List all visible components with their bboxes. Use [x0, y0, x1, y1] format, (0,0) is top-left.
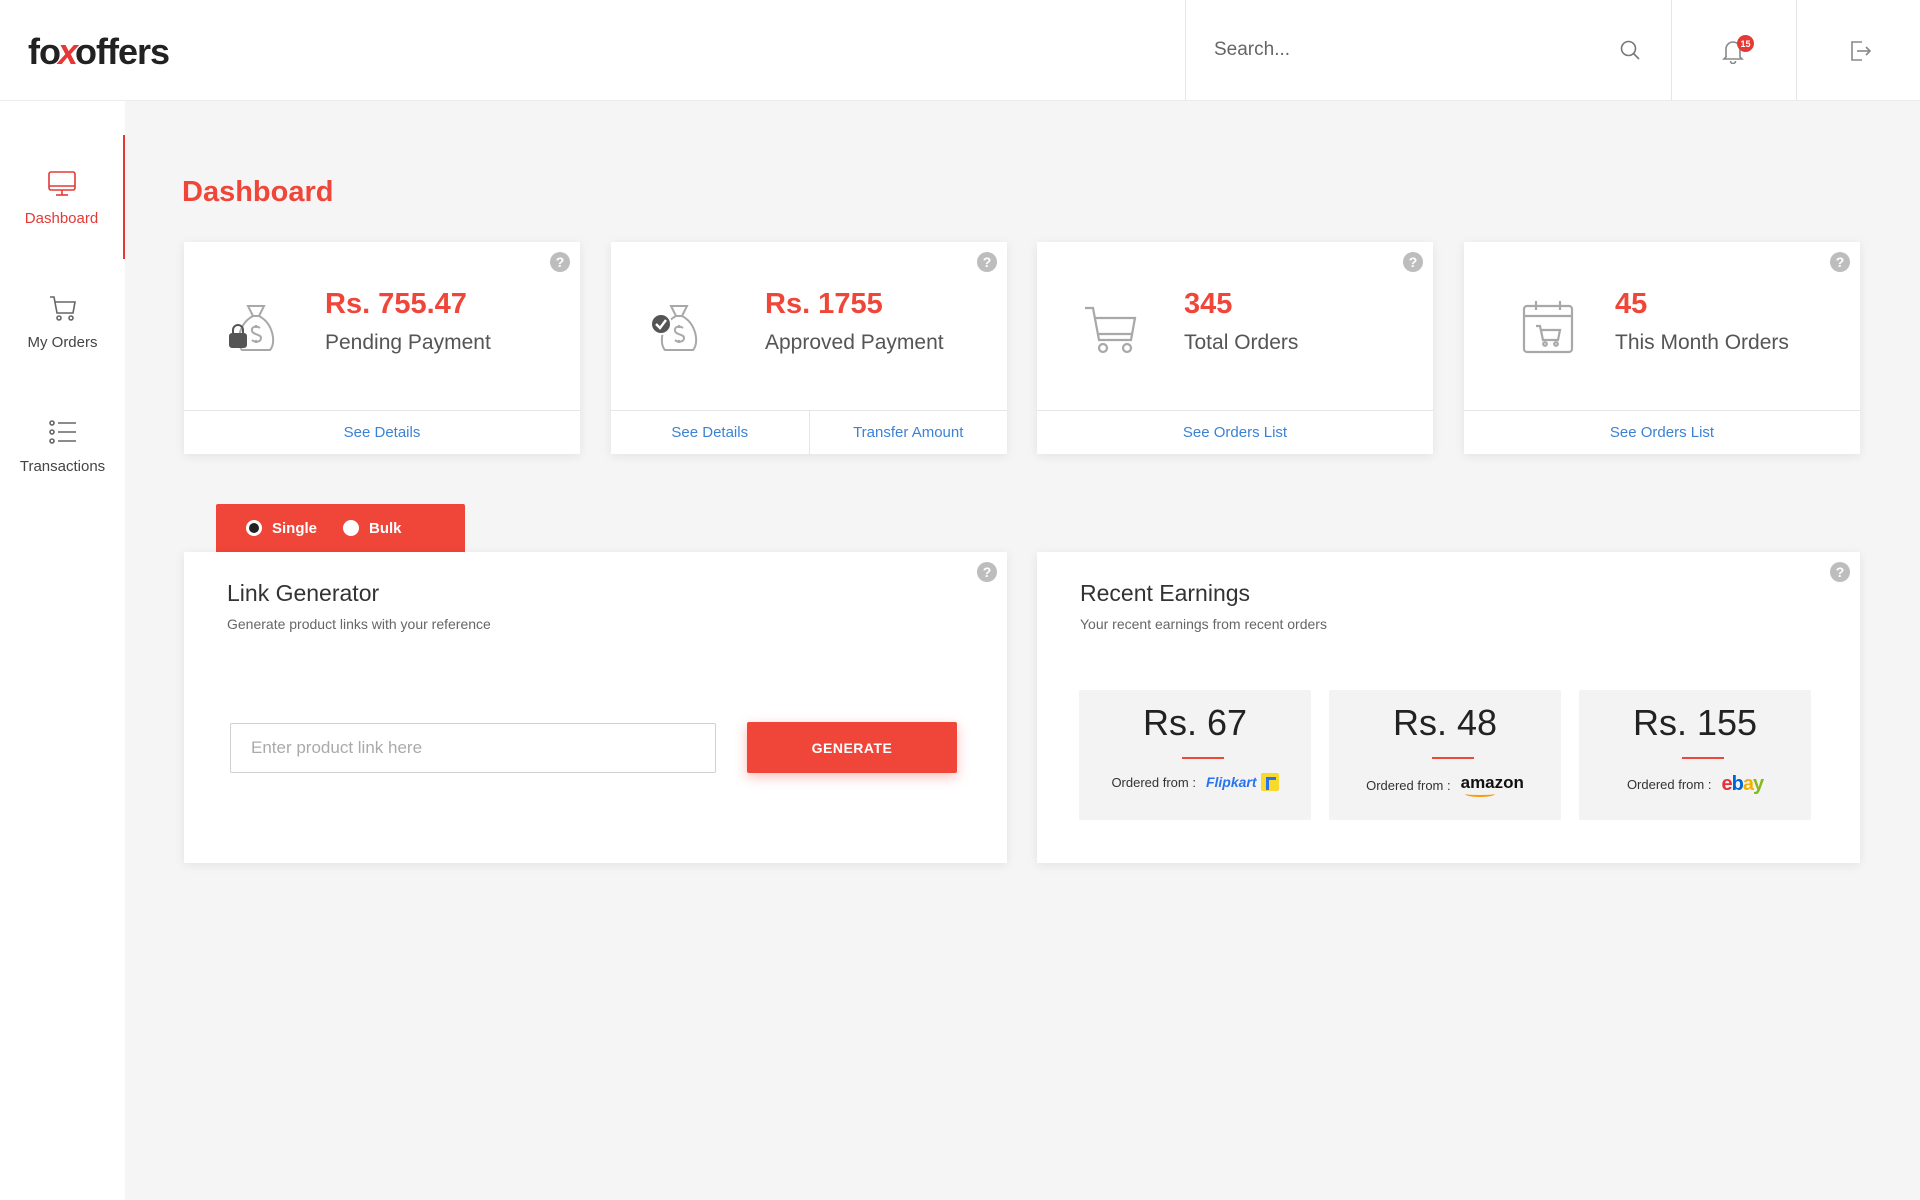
- radio-checked-icon: [246, 520, 262, 536]
- help-icon[interactable]: ?: [1830, 562, 1850, 582]
- earning-item: Rs. 67 Ordered from : Flipkart: [1079, 690, 1311, 820]
- earning-amount: Rs. 48: [1392, 702, 1498, 743]
- help-icon[interactable]: ?: [550, 252, 570, 272]
- stat-value: Rs. 755.47: [325, 288, 467, 320]
- foxoffers-logo[interactable]: fo x offers: [28, 30, 170, 74]
- ordered-from: Ordered from : ebay: [1579, 773, 1811, 796]
- link-generator-card: ? Link Generator Generate product links …: [184, 552, 1007, 863]
- see-orders-list-link[interactable]: See Orders List: [1464, 411, 1860, 454]
- sidebar-item-label: Transactions: [19, 457, 106, 475]
- stat-label: Total Orders: [1184, 331, 1299, 354]
- stat-label: Approved Payment: [765, 331, 944, 354]
- list-icon: [48, 419, 76, 444]
- stat-card-total-orders: ? 345 Total Orders See Orders List: [1037, 242, 1433, 454]
- stat-label: This Month Orders: [1615, 331, 1789, 354]
- recent-earnings-subtitle: Your recent earnings from recent orders: [1080, 616, 1327, 632]
- sidebar: Dashboard My Orders Transactions: [0, 101, 125, 1200]
- sidebar-item-label: Dashboard: [24, 209, 99, 227]
- cart-icon: [49, 295, 76, 321]
- divider: [1682, 757, 1724, 759]
- money-bag-check-icon: [650, 305, 698, 351]
- transfer-amount-link[interactable]: Transfer Amount: [808, 411, 1008, 454]
- search-icon[interactable]: [1618, 38, 1642, 62]
- logo-text-end: offers: [75, 31, 170, 72]
- link-mode-tabs: Single Bulk: [216, 504, 465, 552]
- ordered-from: Ordered from : Flipkart: [1079, 773, 1311, 791]
- help-icon[interactable]: ?: [1403, 252, 1423, 272]
- stat-value: 45: [1615, 288, 1648, 320]
- search-box: [1185, 0, 1671, 101]
- logout-icon[interactable]: [1847, 38, 1873, 64]
- radio-label: Bulk: [369, 519, 402, 537]
- cart-icon: [1085, 306, 1137, 354]
- stat-card-approved-payment: ? Rs. 1755 Approved Payment See Details …: [611, 242, 1007, 454]
- link-generator-subtitle: Generate product links with your referen…: [227, 616, 491, 632]
- sidebar-item-transactions[interactable]: Transactions: [0, 383, 125, 507]
- help-icon[interactable]: ?: [977, 562, 997, 582]
- stat-value: Rs. 1755: [765, 288, 883, 320]
- search-input[interactable]: [1214, 34, 1594, 66]
- calendar-cart-icon: [1522, 301, 1574, 354]
- mode-bulk-radio[interactable]: Bulk: [343, 520, 402, 537]
- stat-card-pending-payment: ? Rs. 755.47 Pending Payment See Details: [184, 242, 580, 454]
- ordered-from-label: Ordered from :: [1366, 777, 1451, 793]
- earning-item: Rs. 48 Ordered from : amazon: [1329, 690, 1561, 820]
- notification-badge: 15: [1737, 35, 1754, 52]
- radio-unchecked-icon: [343, 520, 360, 536]
- stat-footer: See Orders List: [1037, 410, 1433, 454]
- sidebar-item-my-orders[interactable]: My Orders: [0, 259, 125, 383]
- recent-earnings-title: Recent Earnings: [1080, 580, 1251, 606]
- ordered-from-label: Ordered from :: [1111, 774, 1196, 790]
- help-icon[interactable]: ?: [977, 252, 997, 272]
- money-bag-lock-icon: [229, 305, 275, 351]
- logout-area: [1796, 0, 1920, 101]
- ordered-from: Ordered from : amazon: [1329, 773, 1561, 797]
- earning-amount: Rs. 67: [1142, 702, 1248, 743]
- stat-label: Pending Payment: [325, 331, 491, 354]
- generate-button[interactable]: GENERATE: [747, 722, 957, 773]
- radio-label: Single: [272, 519, 318, 537]
- mode-single-radio[interactable]: Single: [246, 520, 317, 537]
- ebay-logo: ebay: [1721, 773, 1764, 795]
- flipkart-logo: Flipkart: [1206, 773, 1279, 791]
- divider: [1182, 757, 1224, 759]
- product-link-input[interactable]: [230, 723, 716, 773]
- notifications-area: 15: [1671, 0, 1796, 101]
- divider: [1432, 757, 1474, 759]
- stat-value: 345: [1184, 288, 1233, 320]
- help-icon[interactable]: ?: [1830, 252, 1850, 272]
- monitor-icon: [47, 170, 76, 196]
- sidebar-item-label: My Orders: [27, 333, 98, 351]
- page-title: Dashboard: [182, 176, 334, 208]
- earning-item: Rs. 155 Ordered from : ebay: [1579, 690, 1811, 820]
- recent-earnings-card: ? Recent Earnings Your recent earnings f…: [1037, 552, 1860, 863]
- link-generator-title: Link Generator: [227, 580, 380, 606]
- logo-text-start: fo: [28, 31, 61, 72]
- see-orders-list-link[interactable]: See Orders List: [1037, 411, 1433, 454]
- stat-footer: See Details: [184, 410, 580, 454]
- amazon-logo: amazon: [1461, 773, 1524, 797]
- stat-footer: See Details Transfer Amount: [611, 410, 1007, 454]
- see-details-link[interactable]: See Details: [611, 411, 809, 454]
- ordered-from-label: Ordered from :: [1626, 777, 1712, 792]
- earning-amount: Rs. 155: [1632, 702, 1758, 743]
- sidebar-item-dashboard[interactable]: Dashboard: [0, 135, 125, 259]
- stat-card-this-month-orders: ? 45 This Month Orders See Orders List: [1464, 242, 1860, 454]
- stat-footer: See Orders List: [1464, 410, 1860, 454]
- top-header: foxoffers 15: [0, 0, 1920, 101]
- see-details-link[interactable]: See Details: [184, 411, 580, 454]
